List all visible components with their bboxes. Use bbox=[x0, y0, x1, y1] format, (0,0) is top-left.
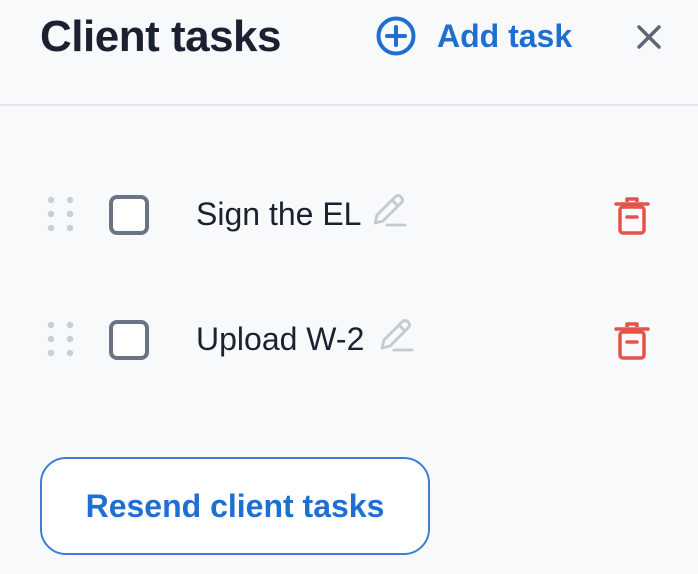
resend-client-tasks-button[interactable]: Resend client tasks bbox=[40, 457, 430, 555]
task-checkbox[interactable] bbox=[109, 320, 149, 360]
add-task-button[interactable]: Add task bbox=[375, 16, 572, 56]
task-label: Sign the EL bbox=[196, 196, 362, 232]
drag-handle-icon[interactable] bbox=[46, 321, 76, 357]
add-task-label: Add task bbox=[437, 17, 573, 54]
panel-header: Client tasks Add task bbox=[0, 0, 698, 106]
pencil-icon[interactable] bbox=[368, 190, 408, 230]
task-row: Upload W-2 bbox=[0, 309, 698, 369]
trash-icon[interactable] bbox=[612, 321, 652, 361]
panel-title: Client tasks bbox=[40, 12, 281, 61]
pencil-icon[interactable] bbox=[375, 315, 415, 355]
trash-icon[interactable] bbox=[612, 196, 652, 236]
drag-handle-icon[interactable] bbox=[46, 196, 76, 232]
plus-circle-icon bbox=[376, 16, 416, 56]
task-checkbox[interactable] bbox=[109, 195, 149, 235]
task-row: Sign the EL bbox=[0, 184, 698, 244]
task-label: Upload W-2 bbox=[196, 321, 365, 357]
client-tasks-panel: Client tasks Add task Sign the EL Upload… bbox=[0, 0, 698, 574]
close-icon[interactable] bbox=[634, 22, 664, 52]
